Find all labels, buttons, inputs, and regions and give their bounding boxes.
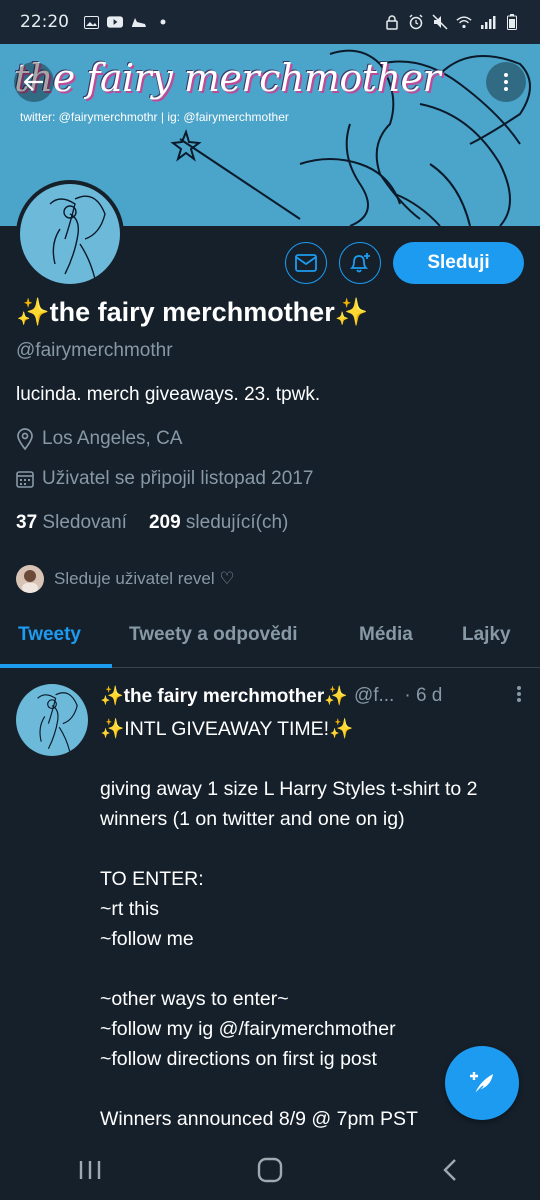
avatar-image [20,184,120,284]
followers-count: 209 [148,512,181,533]
follower-avatar [16,565,44,593]
gallery-icon [83,14,99,30]
location-text: Los Angeles, CA [42,428,183,449]
joined-text: Uživatel se připojil listopad 2017 [42,468,314,489]
tweet-author[interactable]: ✨the fairy merchmother✨ [100,684,348,708]
profile-avatar[interactable] [16,180,124,288]
message-button[interactable] [285,242,327,284]
compose-tweet-button[interactable] [445,1046,519,1120]
profile-tabs: Tweety Tweety a odpovědi Média Lajky [0,612,540,668]
banner-title: the fairy merchmother [14,56,441,100]
wifi-icon [456,14,472,30]
feather-plus-icon [470,1072,493,1095]
followed-by[interactable]: Sleduje uživatel revel ♡ [16,565,235,593]
tab-tweets[interactable]: Tweety [18,612,81,668]
followers-label: sledující(ch) [185,512,289,533]
tab-likes[interactable]: Lajky [462,612,511,668]
mail-icon [295,254,317,272]
following-button[interactable]: Sleduji [393,242,524,284]
location-pin-icon [17,428,33,450]
status-time: 22:20 [20,12,69,32]
more-dot-icon [504,80,508,84]
home-button[interactable] [240,1150,300,1190]
tweet-more-button[interactable] [516,685,522,708]
alarm-icon [408,14,424,30]
more-options-button[interactable] [486,62,526,102]
tab-media[interactable]: Média [359,612,413,668]
status-icons-right [384,14,520,30]
more-dot-icon [504,87,508,91]
system-nav-bar [0,1140,540,1200]
status-icons-left [83,14,171,30]
back-nav-button[interactable] [420,1150,480,1190]
following-link[interactable]: 37 Sledovaní [16,512,127,534]
back-arrow-icon [24,73,43,91]
tweet-handle: @f... [353,685,395,706]
following-label: Sledovaní [42,512,127,533]
mute-icon [432,14,448,30]
signal-icon [480,14,496,30]
profile-name: ✨the fairy merchmother✨ [16,297,369,327]
lock-icon [384,14,400,30]
tab-tweets-replies[interactable]: Tweety a odpovědi [129,612,298,668]
tweet-time: · 6 d [404,685,443,706]
profile-location: Los Angeles, CA [16,428,182,450]
calendar-icon [16,471,34,488]
vertical-dots-icon [517,685,521,702]
followers-link[interactable]: 209 sledující(ch) [149,512,288,534]
tweet-header: ✨the fairy merchmother✨ @f... · 6 d [100,684,522,708]
more-dot-icon [504,73,508,77]
recent-apps-icon [79,1161,101,1179]
recent-apps-button[interactable] [60,1150,120,1190]
chevron-left-icon [443,1159,456,1181]
banner-subtitle: twitter: @fairymerchmothr | ig: @fairyme… [20,110,289,124]
home-icon [257,1157,283,1183]
follow-counts: 37 Sledovaní 209 sledující(ch) [16,512,288,534]
battery-icon [504,14,520,30]
heel-icon [131,14,147,30]
tweet-avatar[interactable] [16,684,88,756]
dot-icon [155,14,171,30]
profile-handle: @fairymerchmothr [16,340,173,361]
profile-actions: Sleduji [285,242,524,284]
profile-bio: lucinda. merch giveaways. 23. tpwk. [16,384,321,405]
profile-joined: Uživatel se připojil listopad 2017 [16,468,313,490]
status-bar: 22:20 [0,0,540,44]
following-count: 37 [16,512,38,533]
bell-plus-icon [349,253,370,273]
notifications-button[interactable] [339,242,381,284]
back-button[interactable] [14,62,54,102]
followed-by-text: Sleduje uživatel revel ♡ [54,569,235,588]
youtube-icon [107,14,123,30]
